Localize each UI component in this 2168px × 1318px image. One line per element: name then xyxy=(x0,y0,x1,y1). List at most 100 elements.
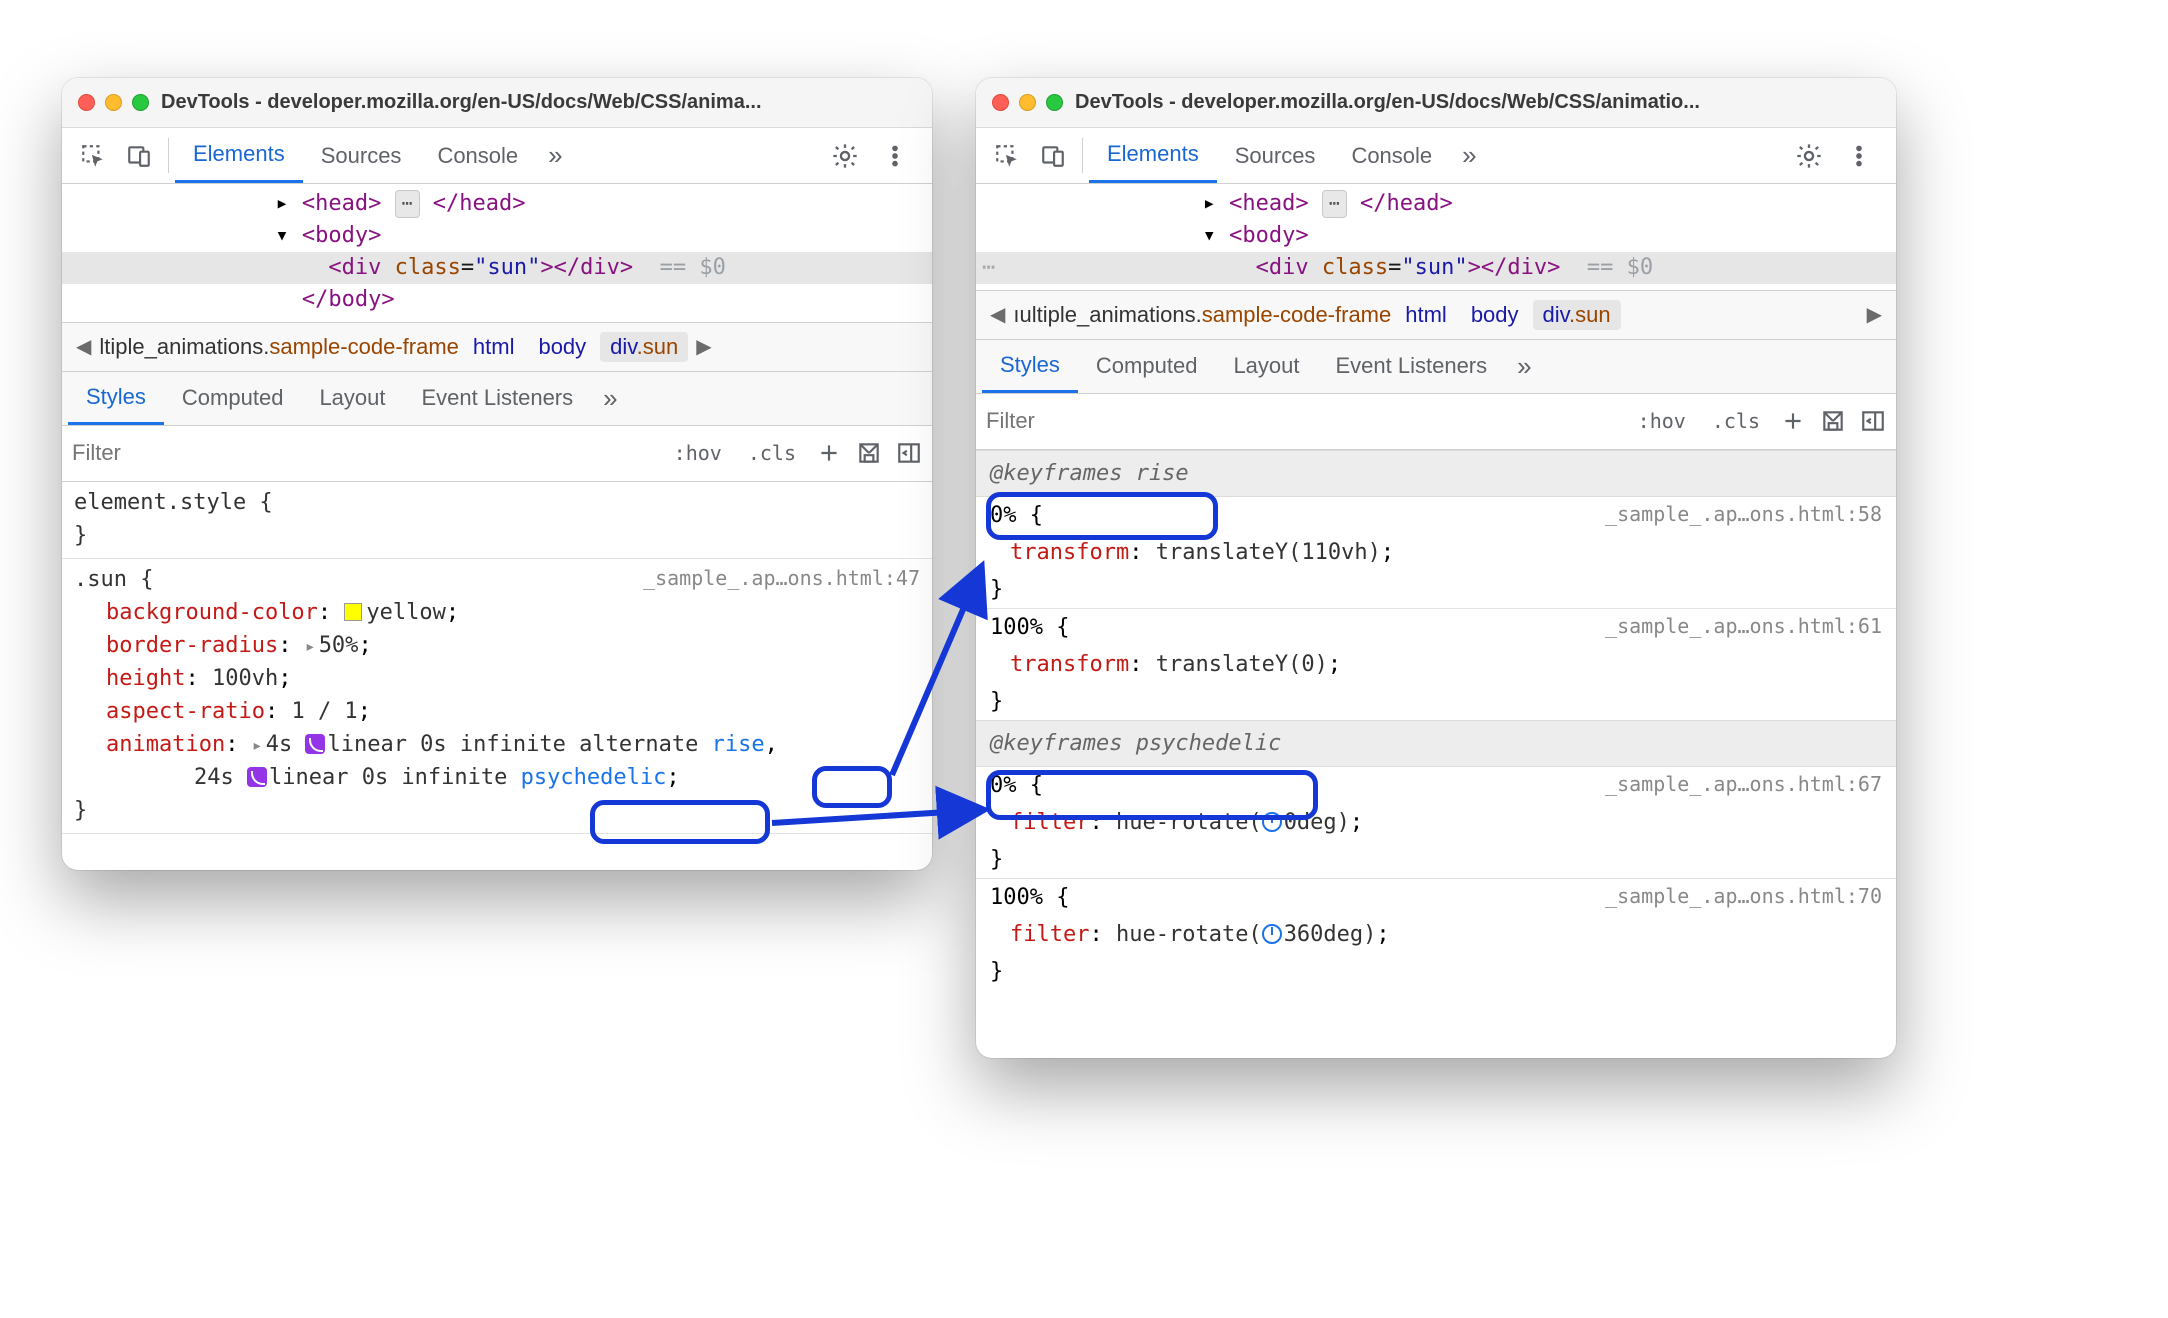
settings-icon[interactable] xyxy=(1786,142,1832,170)
angle-swatch-icon[interactable] xyxy=(1262,812,1282,832)
dom-node-div-sun[interactable]: <div class="sun"></div> == $0 xyxy=(62,252,932,284)
maximize-icon[interactable] xyxy=(132,94,149,111)
keyframes-rise-header[interactable]: @keyframes rise xyxy=(976,450,1896,497)
animation-name-link-psychedelic[interactable]: psychedelic xyxy=(521,765,667,790)
breadcrumb-body[interactable]: body xyxy=(528,332,596,362)
toggle-sidebar-icon[interactable] xyxy=(896,440,922,466)
minimize-icon[interactable] xyxy=(105,94,122,111)
more-tabs-icon[interactable]: » xyxy=(536,128,574,183)
subtab-event-listeners[interactable]: Event Listeners xyxy=(404,372,592,425)
device-toggle-icon[interactable] xyxy=(1030,128,1076,183)
minimize-icon[interactable] xyxy=(1019,94,1036,111)
dom-node-div-sun[interactable]: ⋯ <div class="sun"></div> == $0 xyxy=(976,252,1896,284)
cls-toggle[interactable]: .cls xyxy=(1706,407,1766,435)
kf-psy-0-open[interactable]: 0% {_sample_.ap…ons.html:67 xyxy=(976,767,1896,804)
subtab-event-listeners[interactable]: Event Listeners xyxy=(1318,340,1506,393)
prop-aspect-ratio[interactable]: aspect-ratio: 1 / 1; xyxy=(74,695,920,728)
tab-elements[interactable]: Elements xyxy=(1089,128,1217,183)
row-actions-icon[interactable]: ⋯ xyxy=(982,252,997,284)
ellipsis-icon[interactable]: ⋯ xyxy=(395,190,420,218)
tab-console[interactable]: Console xyxy=(419,128,536,183)
rule-sun[interactable]: .sun { _sample_.ap…ons.html:47 backgroun… xyxy=(62,559,932,834)
breadcrumb-frame[interactable]: ıultiple_animations.sample-code-frame xyxy=(1013,302,1391,328)
prop-animation-line2[interactable]: 24s linear 0s infinite psychedelic; xyxy=(74,761,920,794)
kebab-menu-icon[interactable] xyxy=(1836,143,1882,169)
tab-console[interactable]: Console xyxy=(1333,128,1450,183)
kf-rise-0-open[interactable]: 0% {_sample_.ap…ons.html:58 xyxy=(976,497,1896,534)
new-style-rule-icon[interactable] xyxy=(816,440,842,466)
easing-swatch-icon[interactable] xyxy=(305,734,325,754)
subtab-computed[interactable]: Computed xyxy=(164,372,302,425)
more-tabs-icon[interactable]: » xyxy=(1450,128,1488,183)
dom-tree[interactable]: ▸ <head> ⋯ </head> ▾ <body> ⋯ <div class… xyxy=(976,184,1896,290)
hov-toggle[interactable]: :hov xyxy=(1632,407,1692,435)
tab-elements[interactable]: Elements xyxy=(175,128,303,183)
dom-tree[interactable]: ▸ <head> ⋯ </head> ▾ <body> <div class="… xyxy=(62,184,932,322)
kf-rise-100-transform[interactable]: transform: translateY(0); xyxy=(976,646,1896,683)
breadcrumb-div-sun[interactable]: div.sun xyxy=(1533,300,1621,330)
breadcrumb-prev-icon[interactable]: ◀ xyxy=(72,334,95,359)
kf-rise-0-transform[interactable]: transform: translateY(110vh); xyxy=(976,534,1896,571)
styles-filter-input[interactable] xyxy=(72,440,668,466)
breadcrumb-next-icon[interactable]: ▶ xyxy=(1863,302,1886,327)
computed-layout-icon[interactable] xyxy=(1820,408,1846,434)
breadcrumb-prev-icon[interactable]: ◀ xyxy=(986,302,1009,327)
dom-node-head[interactable]: ▸ <head> ⋯ </head> xyxy=(976,188,1896,220)
source-link[interactable]: _sample_.ap…ons.html:67 xyxy=(1605,769,1882,802)
more-subtabs-icon[interactable]: » xyxy=(1505,340,1543,393)
subtab-layout[interactable]: Layout xyxy=(1215,340,1317,393)
animation-name-link-rise[interactable]: rise xyxy=(712,732,765,757)
expand-icon[interactable]: ▸ xyxy=(305,633,319,660)
styles-filter-input[interactable] xyxy=(986,408,1632,434)
dom-node-body-open[interactable]: ▾ <body> xyxy=(62,220,932,252)
subtab-layout[interactable]: Layout xyxy=(301,372,403,425)
source-link[interactable]: _sample_.ap…ons.html:47 xyxy=(643,563,920,596)
dom-node-body-close[interactable]: </body> xyxy=(62,284,932,316)
more-subtabs-icon[interactable]: » xyxy=(591,372,629,425)
inspect-element-icon[interactable] xyxy=(984,128,1030,183)
prop-background-color[interactable]: background-color: yellow; xyxy=(74,596,920,629)
breadcrumb-div-sun[interactable]: div.sun xyxy=(600,332,688,362)
prop-height[interactable]: height: 100vh; xyxy=(74,662,920,695)
dom-node-body-open[interactable]: ▾ <body> xyxy=(976,220,1896,252)
source-link[interactable]: _sample_.ap…ons.html:70 xyxy=(1605,881,1882,914)
prop-border-radius[interactable]: border-radius: ▸50%; xyxy=(74,629,920,662)
color-swatch-icon[interactable] xyxy=(344,603,362,621)
kf-rise-100-open[interactable]: 100% {_sample_.ap…ons.html:61 xyxy=(976,609,1896,646)
kf-psy-100-filter[interactable]: filter: hue-rotate(360deg); xyxy=(976,916,1896,953)
ellipsis-icon[interactable]: ⋯ xyxy=(1322,190,1347,218)
close-icon[interactable] xyxy=(992,94,1009,111)
prop-animation[interactable]: animation: ▸4s linear 0s infinite altern… xyxy=(74,728,920,761)
settings-icon[interactable] xyxy=(822,142,868,170)
source-link[interactable]: _sample_.ap…ons.html:61 xyxy=(1605,611,1882,644)
source-link[interactable]: _sample_.ap…ons.html:58 xyxy=(1605,499,1882,532)
subtab-styles[interactable]: Styles xyxy=(982,340,1078,393)
subtab-computed[interactable]: Computed xyxy=(1078,340,1216,393)
breadcrumb-body[interactable]: body xyxy=(1461,300,1529,330)
device-toggle-icon[interactable] xyxy=(116,128,162,183)
tab-sources[interactable]: Sources xyxy=(1217,128,1334,183)
breadcrumb-html[interactable]: html xyxy=(1395,300,1457,330)
easing-swatch-icon[interactable] xyxy=(247,767,267,787)
inspect-element-icon[interactable] xyxy=(70,128,116,183)
breadcrumb-next-icon[interactable]: ▶ xyxy=(692,334,715,359)
rule-element-style[interactable]: element.style { } xyxy=(62,482,932,559)
kebab-menu-icon[interactable] xyxy=(872,143,918,169)
dom-node-head[interactable]: ▸ <head> ⋯ </head> xyxy=(62,188,932,220)
breadcrumb-html[interactable]: html xyxy=(463,332,525,362)
cls-toggle[interactable]: .cls xyxy=(742,439,802,467)
expand-icon[interactable]: ▸ xyxy=(252,732,266,759)
breadcrumb-frame[interactable]: ltiple_animations.sample-code-frame xyxy=(99,334,459,360)
new-style-rule-icon[interactable] xyxy=(1780,408,1806,434)
kf-psy-100-open[interactable]: 100% {_sample_.ap…ons.html:70 xyxy=(976,879,1896,916)
hov-toggle[interactable]: :hov xyxy=(668,439,728,467)
keyframes-psychedelic-header[interactable]: @keyframes psychedelic xyxy=(976,720,1896,767)
subtab-styles[interactable]: Styles xyxy=(68,372,164,425)
close-icon[interactable] xyxy=(78,94,95,111)
toggle-sidebar-icon[interactable] xyxy=(1860,408,1886,434)
maximize-icon[interactable] xyxy=(1046,94,1063,111)
kf-psy-0-filter[interactable]: filter: hue-rotate(0deg); xyxy=(976,804,1896,841)
computed-layout-icon[interactable] xyxy=(856,440,882,466)
tab-sources[interactable]: Sources xyxy=(303,128,420,183)
angle-swatch-icon[interactable] xyxy=(1262,924,1282,944)
